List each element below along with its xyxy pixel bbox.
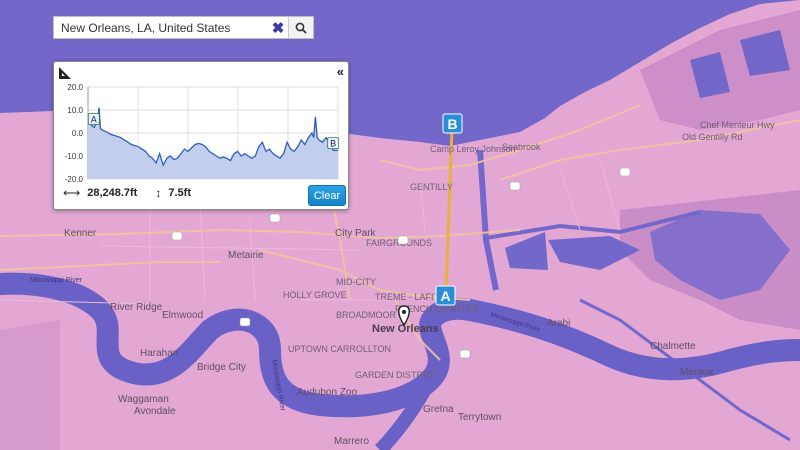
horizontal-distance-icon: ⟷ — [63, 186, 81, 200]
label-holly-grove: HOLLY GROVE — [283, 290, 347, 300]
svg-text:B: B — [447, 116, 457, 132]
y-tick-label: -20.0 — [65, 175, 84, 182]
elevation-value: 7.5ft — [168, 187, 191, 199]
label-gentilly: GENTILLY — [410, 182, 453, 192]
y-tick-label: 20.0 — [67, 83, 83, 92]
measurement-row: ⟷ 28,248.7ft ↕ 7.5ft — [63, 186, 191, 200]
ruler-icon[interactable] — [58, 66, 72, 80]
label-old-gentilly: Old Gentilly Rd — [682, 132, 743, 142]
label-chalmette: Chalmette — [650, 341, 696, 352]
chart-start-marker: A — [87, 113, 100, 125]
label-terrytown: Terrytown — [458, 412, 501, 423]
label-waggaman: Waggaman — [118, 394, 169, 405]
search-button[interactable] — [288, 17, 313, 38]
label-river-ridge: River Ridge — [110, 302, 163, 313]
y-tick-label: 10.0 — [67, 106, 83, 115]
label-camp-leroy: Camp Leroy Johnson — [430, 144, 516, 154]
search-icon — [295, 22, 307, 34]
elevation-area — [88, 107, 338, 179]
y-tick-label: -10.0 — [65, 152, 84, 161]
svg-text:A: A — [440, 288, 450, 304]
label-mid-city: MID-CITY — [336, 277, 376, 287]
label-bridge-city: Bridge City — [197, 362, 246, 373]
vertical-distance-icon: ↕ — [155, 186, 162, 200]
label-river-3: Mississippi River — [30, 277, 83, 284]
label-new-orleans: New Orleans — [372, 323, 439, 335]
label-chef-menteur: Chef Menteur Hwy — [700, 120, 775, 130]
clear-button[interactable]: Clear — [308, 185, 346, 206]
elevation-chart: 20.0 10.0 0.0 -10.0 -20.0 A B — [65, 83, 340, 182]
label-arabi: Arabi — [547, 318, 570, 329]
label-garden-district: GARDEN DISTRICT — [355, 370, 438, 380]
wetland-west — [0, 320, 60, 450]
distance-value: 28,248.7ft — [87, 187, 138, 199]
label-elmwood: Elmwood — [162, 310, 203, 321]
search-input[interactable] — [54, 17, 268, 38]
elevation-profile-panel: « 20.0 10.0 0.0 -10.0 -20.0 A B ⟷ 28,248.7ft … — [53, 61, 349, 210]
label-gretna: Gretna — [423, 404, 454, 415]
label-broadmoor: BROADMOOR — [336, 310, 397, 320]
route-marker-a[interactable]: A — [435, 285, 456, 306]
chart-end-marker: B — [327, 137, 340, 150]
svg-text:A: A — [91, 115, 97, 125]
route-marker-b[interactable]: B — [442, 113, 463, 134]
label-metairie: Metairie — [228, 250, 264, 261]
label-audubon-zoo: Audubon Zoo — [297, 387, 357, 398]
label-meraux: Meraux — [680, 367, 713, 378]
collapse-panel-icon[interactable]: « — [337, 64, 344, 79]
label-avondale: Avondale — [134, 406, 176, 417]
label-marrero: Marrero — [334, 436, 369, 447]
svg-text:B: B — [330, 139, 336, 149]
y-tick-label: 0.0 — [72, 129, 84, 138]
label-kenner: Kenner — [64, 228, 97, 239]
label-harahan: Harahan — [140, 348, 178, 359]
label-uptown: UPTOWN CARROLLTON — [288, 344, 391, 354]
search-bar: ✖ — [53, 16, 314, 39]
chart-y-axis: 20.0 10.0 0.0 -10.0 -20.0 — [65, 83, 84, 182]
clear-search-icon[interactable]: ✖ — [268, 17, 288, 38]
